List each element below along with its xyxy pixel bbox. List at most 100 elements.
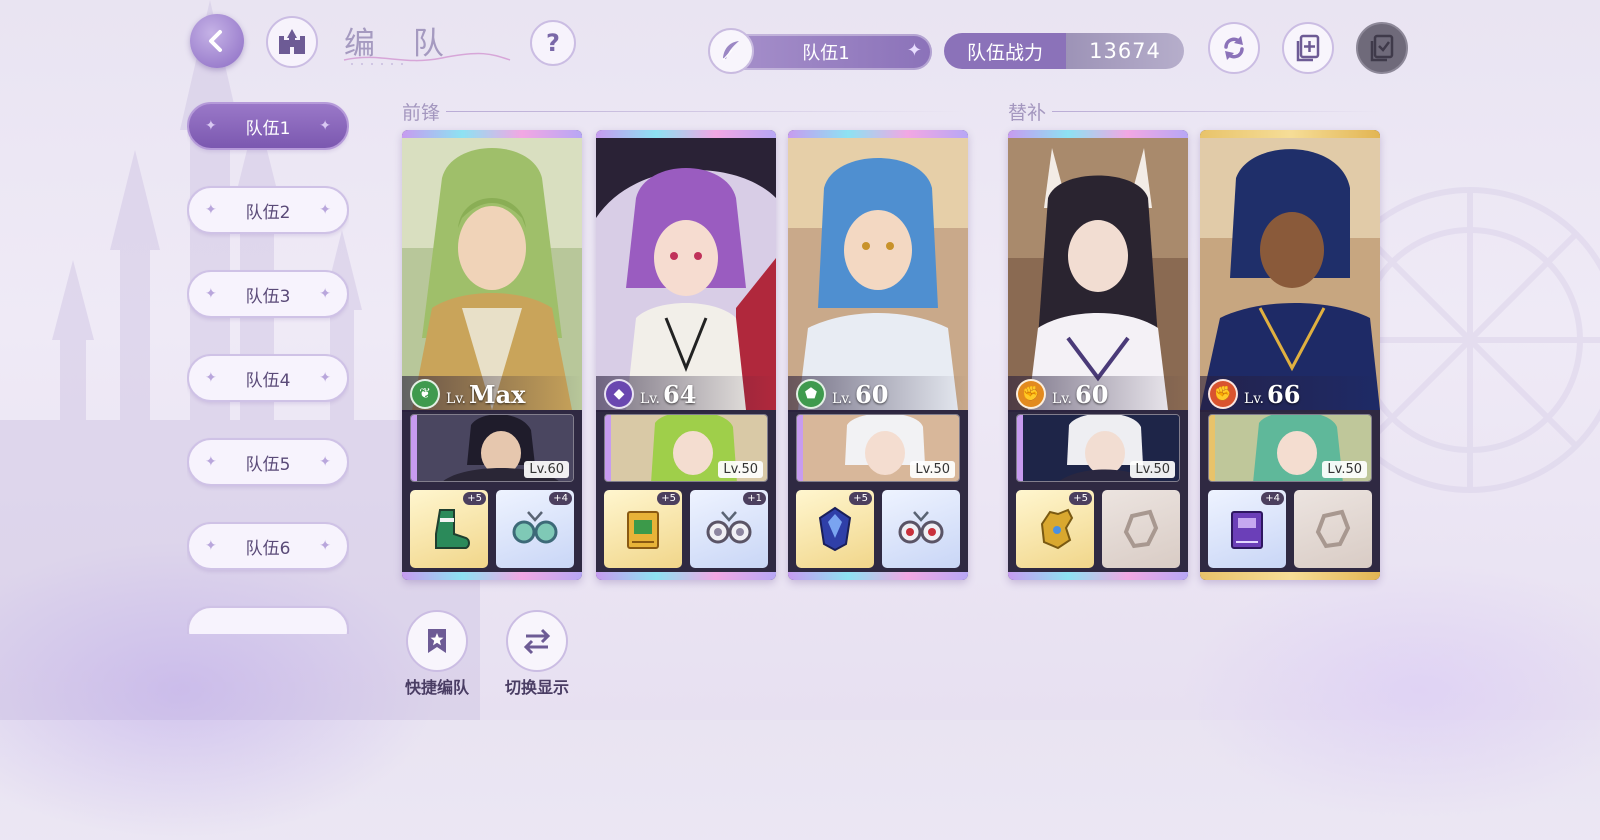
earring-icon xyxy=(512,511,558,544)
sparkle-icon: ✦ xyxy=(205,538,217,554)
team-power-display: 队伍战力 13674 xyxy=(944,33,1184,69)
card-rarity-bar xyxy=(596,130,776,138)
enhance-badge: +5 xyxy=(463,492,486,505)
switch-display-label: 切换显示 xyxy=(504,678,569,697)
boot-icon xyxy=(435,509,470,549)
support-level: Lv.50 xyxy=(1322,461,1367,478)
support-slot[interactable]: Lv.50 xyxy=(1016,414,1180,482)
team-tab-3[interactable]: ✦ 队伍3 ✦ xyxy=(187,270,349,318)
help-button[interactable]: ? xyxy=(530,20,576,66)
team-tab-4[interactable]: ✦ 队伍4 ✦ xyxy=(187,354,349,402)
equipment-slot-1[interactable]: +5 xyxy=(604,490,682,568)
support-slot[interactable]: Lv.50 xyxy=(1208,414,1372,482)
support-slot[interactable]: Lv.50 xyxy=(604,414,768,482)
swap-arrows-icon xyxy=(506,610,568,672)
sparkle-icon: ✦ xyxy=(319,454,331,470)
card-rarity-bar xyxy=(1200,572,1380,580)
enhance-badge: +4 xyxy=(549,492,572,505)
switch-display-button[interactable]: 切换显示 xyxy=(502,610,572,698)
character-portrait xyxy=(402,138,582,410)
team-list: ✦ 队伍1 ✦ ✦ 队伍2 ✦ ✦ 队伍3 ✦ ✦ 队伍4 ✦ ✦ 队伍5 ✦ … xyxy=(187,102,349,634)
section-divider xyxy=(446,111,966,112)
section-divider xyxy=(1052,111,1382,112)
character-card-3[interactable]: ⬟ Lv. 60 Lv.50 +5 xyxy=(788,130,968,580)
support-slot[interactable]: Lv.50 xyxy=(796,414,960,482)
fist-element-icon: ✊ xyxy=(1016,379,1046,409)
reserve-section-label: 替补 xyxy=(1008,102,1047,124)
sparkle-icon: ✦ xyxy=(205,370,217,386)
team-power-label: 队伍战力 xyxy=(944,33,1066,69)
support-slot[interactable]: Lv.60 xyxy=(410,414,574,482)
team-tab-label: 队伍2 xyxy=(245,202,291,223)
character-level: ✊ Lv. 60 xyxy=(1016,379,1108,409)
enhance-badge: +4 xyxy=(1261,492,1284,505)
equipment-slot-1[interactable]: +5 xyxy=(410,490,488,568)
home-button[interactable] xyxy=(266,16,318,68)
tome-icon xyxy=(1231,511,1263,549)
enhance-badge: +5 xyxy=(1069,492,1092,505)
sparkle-icon: ✦ xyxy=(205,202,217,218)
team-tab-2[interactable]: ✦ 队伍2 ✦ xyxy=(187,186,349,234)
team-tab-label: 队伍3 xyxy=(245,286,291,307)
character-portrait xyxy=(1200,138,1380,410)
level-prefix: Lv. xyxy=(446,390,466,407)
equipment-slot-2[interactable] xyxy=(882,490,960,568)
level-prefix: Lv. xyxy=(832,390,852,407)
character-portrait xyxy=(596,138,776,410)
equipment-slot-1[interactable]: +5 xyxy=(796,490,874,568)
equipment-slot-2-empty[interactable] xyxy=(1294,490,1372,568)
ring-outline-icon xyxy=(1123,509,1159,549)
sync-button[interactable] xyxy=(1208,22,1260,74)
earring-icon xyxy=(898,511,944,544)
card-rarity-bar xyxy=(1008,572,1188,580)
card-rarity-bar xyxy=(1200,130,1380,138)
team-tab-label: 队伍1 xyxy=(245,118,291,139)
refresh-icon xyxy=(1224,36,1244,60)
team-power-value: 13674 xyxy=(1066,33,1184,69)
equipment-slot-1[interactable]: +5 xyxy=(1016,490,1094,568)
sparkle-icon: ✦ xyxy=(319,370,331,386)
enhance-badge: +1 xyxy=(743,492,766,505)
level-value: 60 xyxy=(855,379,889,409)
card-rarity-bar xyxy=(596,572,776,580)
team-tab-5[interactable]: ✦ 队伍5 ✦ xyxy=(187,438,349,486)
card-rarity-bar xyxy=(788,130,968,138)
sparkle-icon: ✦ xyxy=(319,286,331,302)
character-card-5[interactable]: ✊ Lv. 66 Lv.50 +4 xyxy=(1200,130,1380,580)
card-rarity-bar xyxy=(402,572,582,580)
character-card-1[interactable]: ❦ Lv. Max Lv.60 +5 +4 xyxy=(402,130,582,580)
confirm-button[interactable] xyxy=(1356,22,1408,74)
equipment-slot-2[interactable]: +4 xyxy=(496,490,574,568)
sparkle-icon: ✦ xyxy=(205,286,217,302)
quick-formation-label: 快捷编队 xyxy=(404,678,469,697)
team-tab-6[interactable]: ✦ 队伍6 ✦ xyxy=(187,522,349,570)
character-card-2[interactable]: ◆ Lv. 64 Lv.50 +5 +1 xyxy=(596,130,776,580)
team-selector[interactable]: 队伍1 ✦ xyxy=(708,28,932,74)
add-team-button[interactable] xyxy=(1282,22,1334,74)
question-icon: ? xyxy=(546,29,560,57)
earring-icon xyxy=(706,511,752,544)
quick-formation-button[interactable]: 快捷编队 xyxy=(402,610,472,698)
card-rarity-bar xyxy=(788,572,968,580)
card-rarity-bar xyxy=(402,130,582,138)
enhance-badge: +5 xyxy=(849,492,872,505)
team-tab-label: 队伍6 xyxy=(245,538,291,559)
equipment-slot-2[interactable]: +1 xyxy=(690,490,768,568)
level-prefix: Lv. xyxy=(1052,390,1072,407)
gauntlet-icon xyxy=(1040,508,1074,550)
team-tab-1[interactable]: ✦ 队伍1 ✦ xyxy=(187,102,349,150)
character-card-4[interactable]: ✊ Lv. 60 Lv.50 +5 xyxy=(1008,130,1188,580)
level-prefix: Lv. xyxy=(1244,390,1264,407)
front-section-label: 前锋 xyxy=(402,102,441,124)
sparkle-icon: ✦ xyxy=(205,118,217,134)
team-tab-7-partial[interactable] xyxy=(187,606,349,634)
back-button[interactable] xyxy=(190,14,244,68)
castle-icon xyxy=(279,29,305,54)
level-value: Max xyxy=(469,379,526,409)
equipment-slot-2-empty[interactable] xyxy=(1102,490,1180,568)
sparkle-icon: ✦ xyxy=(205,454,217,470)
team-tab-label: 队伍5 xyxy=(245,454,291,475)
check-page-icon xyxy=(1370,34,1394,62)
back-arrow-icon xyxy=(209,30,222,52)
equipment-slot-1[interactable]: +4 xyxy=(1208,490,1286,568)
